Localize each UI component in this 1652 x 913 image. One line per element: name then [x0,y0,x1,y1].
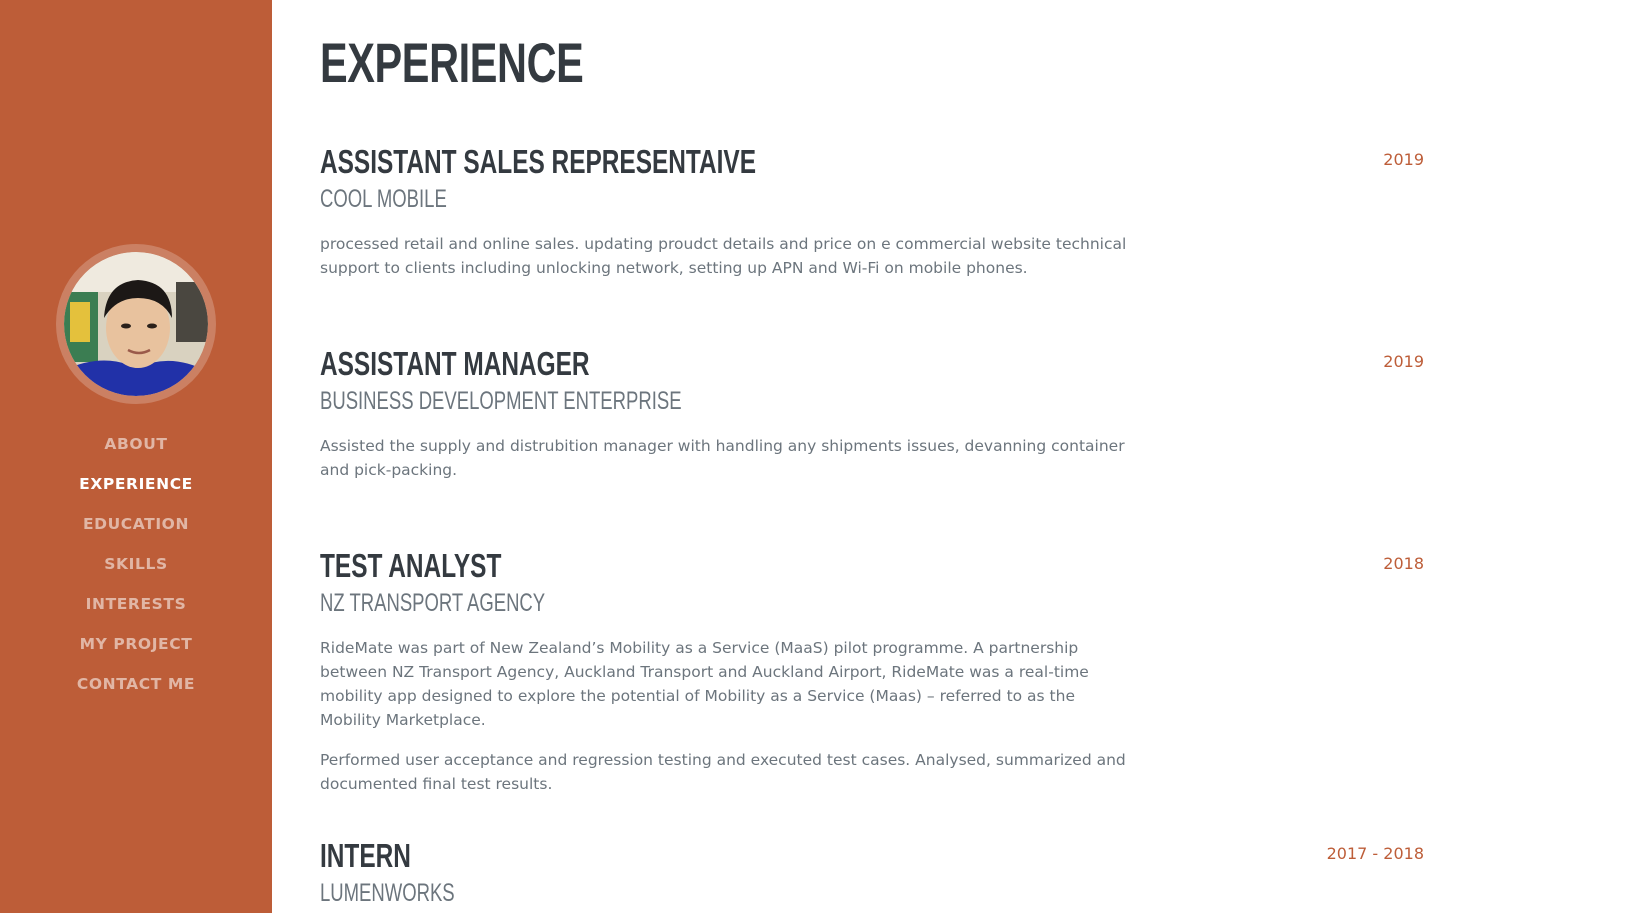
job-entry: TEST ANALYST NZ TRANSPORT AGENCY 2018 Ri… [320,546,1424,796]
job-entry: ASSISTANT SALES REPRESENTAIVE COOL MOBIL… [320,142,1424,280]
avatar[interactable] [64,252,208,396]
job-title: ASSISTANT MANAGER [320,345,590,382]
job-company: COOL MOBILE [320,185,447,213]
nav-item-experience[interactable]: EXPERIENCE [0,464,272,504]
job-title: INTERN [320,837,411,874]
job-company: LUMENWORKS [320,879,455,907]
job-date: 2017 - 2018 [1326,844,1424,863]
nav-item-contact-me[interactable]: CONTACT ME [0,664,272,704]
sidebar-nav: ABOUT EXPERIENCE EDUCATION SKILLS INTERE… [0,424,272,704]
job-description: Performed user acceptance and regression… [320,751,1126,793]
nav-item-about[interactable]: ABOUT [0,424,272,464]
sidebar: ABOUT EXPERIENCE EDUCATION SKILLS INTERE… [0,0,272,913]
section-title: EXPERIENCE [320,31,584,94]
job-title: TEST ANALYST [320,547,502,584]
job-description: processed retail and online sales. updat… [320,235,1127,277]
job-title: ASSISTANT SALES REPRESENTAIVE [320,143,757,180]
job-company: NZ TRANSPORT AGENCY [320,589,546,617]
job-description: RideMate was part of New Zealand’s Mobil… [320,639,1089,729]
nav-item-my-project[interactable]: MY PROJECT [0,624,272,664]
job-entry: INTERN LUMENWORKS 2017 - 2018 [320,836,1424,910]
job-company: BUSINESS DEVELOPMENT ENTERPRISE [320,387,682,415]
main-content: EXPERIENCE ASSISTANT SALES REPRESENTAIVE… [272,0,1652,913]
job-date: 2018 [1383,554,1424,573]
nav-item-interests[interactable]: INTERESTS [0,584,272,624]
nav-item-skills[interactable]: SKILLS [0,544,272,584]
job-entry: ASSISTANT MANAGER BUSINESS DEVELOPMENT E… [320,344,1424,482]
avatar-frame [56,244,216,404]
nav-item-education[interactable]: EDUCATION [0,504,272,544]
job-date: 2019 [1383,352,1424,371]
job-description: Assisted the supply and distrubition man… [320,437,1125,479]
job-date: 2019 [1383,150,1424,169]
